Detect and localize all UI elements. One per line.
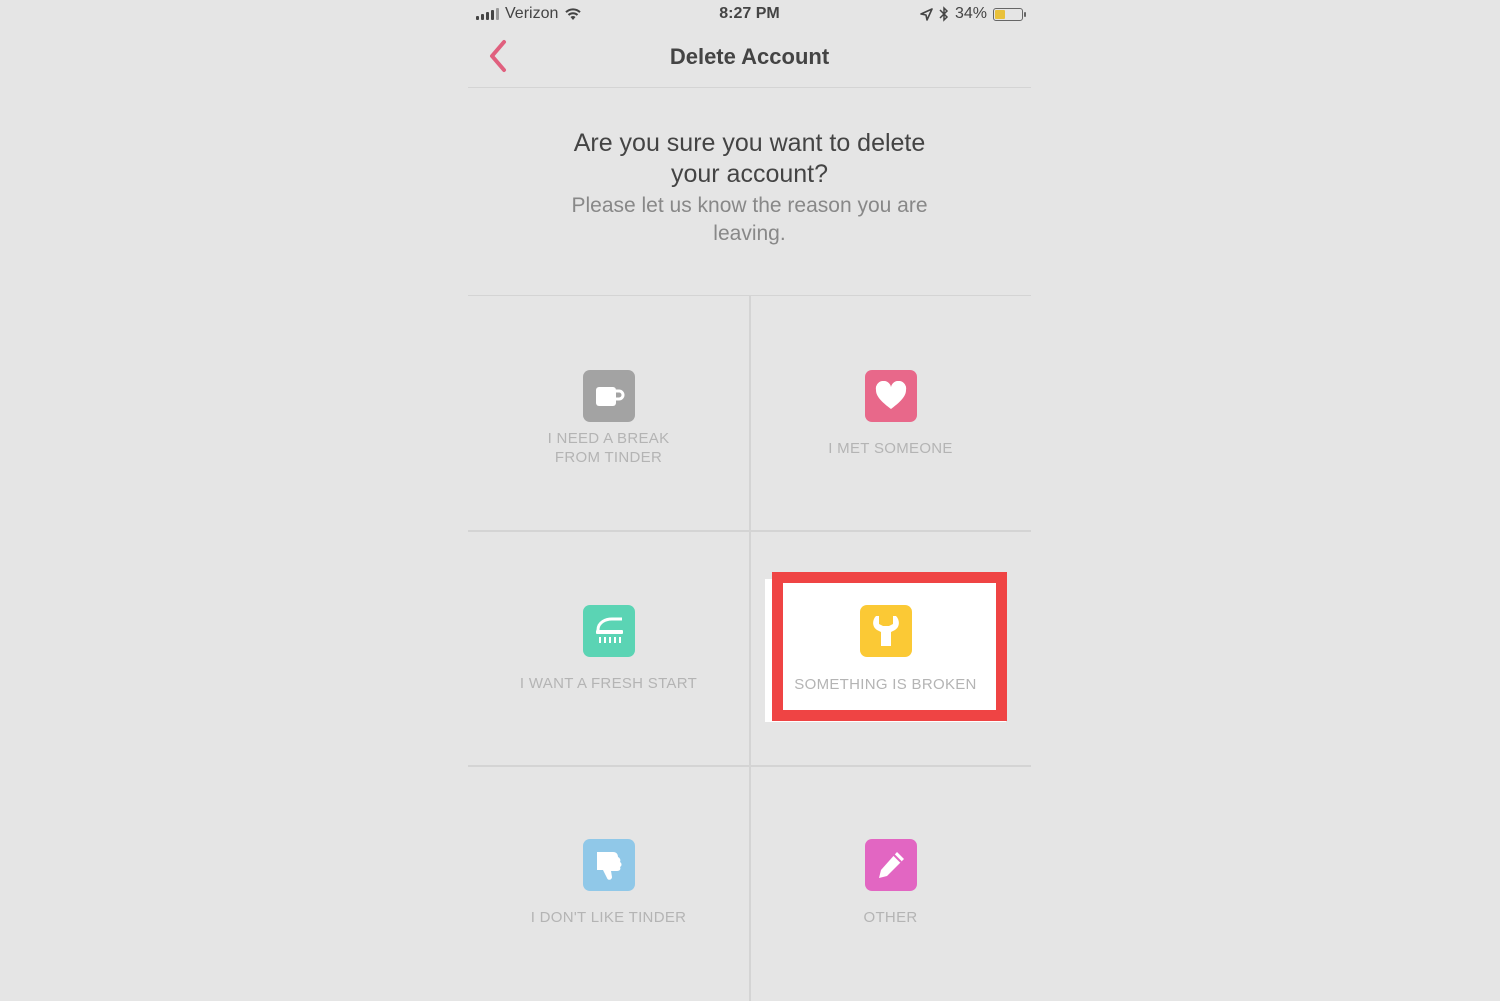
reason-fresh-start[interactable]: I WANT A FRESH START [468, 531, 749, 766]
reason-label: I DON'T LIKE TINDER [468, 908, 749, 927]
icon-tile [582, 605, 635, 657]
location-arrow-icon [920, 7, 933, 21]
battery-icon [993, 7, 1026, 21]
reason-label-line: FROM TINDER [554, 449, 663, 466]
reason-label: OTHER [750, 908, 1031, 927]
reason-need-a-break[interactable]: I NEED A BREAK FROM TINDER [468, 296, 749, 531]
reason-other[interactable]: OTHER [750, 766, 1031, 1001]
reason-label-line: OTHER [863, 909, 918, 926]
reason-label: I NEED A BREAK FROM TINDER [468, 429, 749, 467]
battery-percent: 34% [954, 5, 987, 22]
reason-label: SOMETHING IS BROKEN [765, 675, 1006, 694]
shower-icon [595, 617, 623, 643]
pencil-icon [878, 852, 904, 878]
thumbs-down-icon [596, 852, 621, 880]
reason-label-line: I MET SOMEONE [828, 440, 953, 457]
bluetooth-icon [939, 6, 949, 22]
icon-tile [864, 370, 917, 422]
status-right: 34% [920, 5, 1026, 23]
reason-label: I WANT A FRESH START [468, 674, 749, 693]
icon-tile [582, 370, 635, 422]
icon-tile [859, 605, 912, 657]
reason-grid: I NEED A BREAK FROM TINDER I MET SOMEONE [468, 295, 1031, 1001]
reason-dont-like-tinder[interactable]: I DON'T LIKE TINDER [468, 766, 749, 1001]
phone-screen: Verizon 8:27 PM 34% Delete Account Are y… [468, 0, 1031, 1001]
reason-something-broken[interactable]: SOMETHING IS BROKEN [765, 579, 1006, 722]
prompt-question: Are you sure you want to delete your acc… [573, 129, 926, 188]
coffee-cup-icon [595, 387, 624, 406]
reason-label: I MET SOMEONE [750, 439, 1031, 458]
nav-bar: Delete Account [468, 30, 1031, 88]
reason-label-line: SOMETHING IS BROKEN [794, 676, 977, 693]
delete-prompt: Are you sure you want to delete your acc… [468, 128, 1031, 248]
page-title: Delete Account [669, 44, 830, 69]
reason-label-line: I NEED A BREAK [547, 430, 670, 447]
heart-icon [875, 381, 906, 409]
status-bar: Verizon 8:27 PM 34% [468, 0, 1031, 30]
reason-label-line: I WANT A FRESH START [519, 675, 698, 692]
reason-met-someone[interactable]: I MET SOMEONE [750, 296, 1031, 531]
icon-tile [864, 839, 917, 891]
icon-tile [582, 839, 635, 891]
wrench-icon [872, 616, 899, 646]
prompt-subtext: Please let us know the reason you are le… [571, 194, 928, 245]
reason-label-line: I DON'T LIKE TINDER [530, 909, 687, 926]
